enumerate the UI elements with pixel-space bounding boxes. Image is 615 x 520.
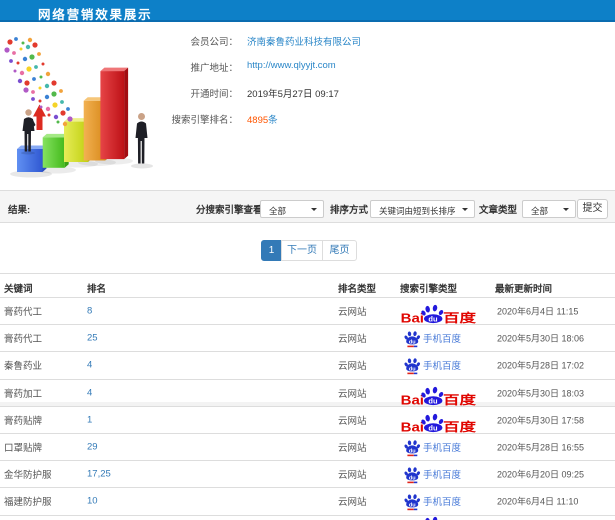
svg-text:du: du — [408, 503, 415, 509]
svg-text:百度: 百度 — [443, 311, 477, 325]
svg-text:du: du — [428, 424, 438, 433]
svg-text:du: du — [428, 315, 438, 324]
svg-text:du: du — [408, 448, 415, 454]
svg-text:du: du — [428, 396, 438, 405]
svg-text:百度: 百度 — [443, 419, 477, 433]
svg-text:du: du — [408, 367, 415, 373]
svg-text:du: du — [408, 475, 415, 481]
svg-text:du: du — [408, 339, 415, 345]
svg-text:Bai: Bai — [401, 392, 424, 406]
svg-text:Bai: Bai — [401, 311, 424, 325]
svg-text:Bai: Bai — [401, 420, 424, 434]
svg-text:百度: 百度 — [443, 392, 477, 406]
